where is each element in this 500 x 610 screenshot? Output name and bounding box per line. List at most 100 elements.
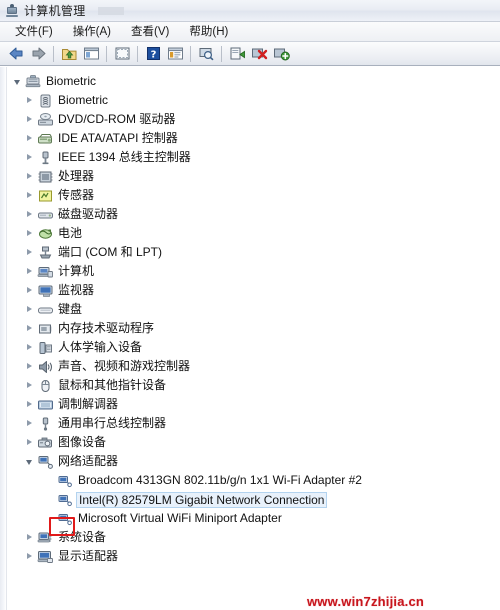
content-area: Biometric Biometric DVD/CD-ROM 驱动器 IDE ATA… xyxy=(0,66,500,610)
up-folder-icon[interactable] xyxy=(59,44,79,64)
properties-icon[interactable] xyxy=(112,44,132,64)
title-ghost-block xyxy=(97,6,124,15)
processor-icon xyxy=(37,169,54,185)
tree-item-label: 通用串行总线控制器 xyxy=(58,416,167,430)
scan-hardware-changes-icon[interactable] xyxy=(196,44,216,64)
tree-item[interactable]: 人体学输入设备 xyxy=(8,338,500,357)
chevron-right-icon[interactable] xyxy=(24,414,37,433)
tree-item[interactable]: 网络适配器 xyxy=(8,452,500,471)
update-driver-icon[interactable] xyxy=(227,44,247,64)
chevron-right-icon[interactable] xyxy=(24,205,37,224)
chevron-right-icon[interactable] xyxy=(24,376,37,395)
memory-tech-driver-icon xyxy=(37,321,54,337)
menu-view[interactable]: 查看(V) xyxy=(122,21,178,42)
chevron-right-icon[interactable] xyxy=(24,148,37,167)
tree-item-label: IEEE 1394 总线主控制器 xyxy=(58,150,191,164)
tree-leaf-spacer xyxy=(44,490,57,509)
chevron-right-icon[interactable] xyxy=(24,91,37,110)
chevron-right-icon[interactable] xyxy=(24,300,37,319)
tree-item[interactable]: 磁盘驱动器 xyxy=(8,205,500,224)
tree-item-label: 人体学输入设备 xyxy=(58,340,143,354)
tree-item[interactable]: 显示适配器 xyxy=(8,547,500,566)
tree-item-label: Broadcom 4313GN 802.11b/g/n 1x1 Wi-Fi Ad… xyxy=(78,473,362,487)
keyboard-icon xyxy=(37,302,54,318)
tree-item[interactable]: 声音、视频和游戏控制器 xyxy=(8,357,500,376)
device-tree[interactable]: Biometric Biometric DVD/CD-ROM 驱动器 IDE ATA… xyxy=(8,69,500,610)
chevron-down-icon[interactable] xyxy=(12,72,25,91)
tree-item-label: 系统设备 xyxy=(58,530,107,544)
tree-item-label: 网络适配器 xyxy=(58,454,119,468)
tree-item[interactable]: 鼠标和其他指针设备 xyxy=(8,376,500,395)
chevron-right-icon[interactable] xyxy=(24,167,37,186)
tree-item-label: 处理器 xyxy=(58,169,95,183)
tree-item-label: 电池 xyxy=(58,226,83,240)
system-devices-icon xyxy=(37,530,54,546)
chevron-right-icon[interactable] xyxy=(24,338,37,357)
tree-item-label: 传感器 xyxy=(58,188,95,202)
tree-item[interactable]: 系统设备 xyxy=(8,528,500,547)
tree-item[interactable]: 计算机 xyxy=(8,262,500,281)
toolbar-separator xyxy=(137,45,138,62)
modem-icon xyxy=(37,397,54,413)
tree-item-selected[interactable]: Intel(R) 82579LM Gigabit Network Connect… xyxy=(8,490,500,509)
chevron-right-icon[interactable] xyxy=(24,129,37,148)
tree-item[interactable]: 内存技术驱动程序 xyxy=(8,319,500,338)
menu-action[interactable]: 操作(A) xyxy=(64,21,120,42)
tree-item-label: 监视器 xyxy=(58,283,95,297)
chevron-right-icon[interactable] xyxy=(24,186,37,205)
install-legacy-device-icon[interactable] xyxy=(271,44,291,64)
tree-item[interactable]: Microsoft Virtual WiFi Miniport Adapter xyxy=(8,509,500,528)
toolbar: ? xyxy=(0,42,500,66)
tree-item[interactable]: Biometric xyxy=(8,91,500,110)
tree-item[interactable]: 电池 xyxy=(8,224,500,243)
tree-item[interactable]: 键盘 xyxy=(8,300,500,319)
tree-item[interactable]: 图像设备 xyxy=(8,433,500,452)
hid-icon xyxy=(37,340,54,356)
tree-item[interactable]: DVD/CD-ROM 驱动器 xyxy=(8,110,500,129)
tree-item[interactable]: IEEE 1394 总线主控制器 xyxy=(8,148,500,167)
toolbar-separator xyxy=(53,45,54,62)
toolbar-separator xyxy=(190,45,191,62)
tree-root-item[interactable]: Biometric xyxy=(8,72,500,91)
chevron-right-icon[interactable] xyxy=(24,547,37,566)
chevron-right-icon[interactable] xyxy=(24,262,37,281)
chevron-right-icon[interactable] xyxy=(24,281,37,300)
chevron-right-icon[interactable] xyxy=(24,319,37,338)
forward-arrow-icon[interactable] xyxy=(28,44,48,64)
tree-item-label: 调制解调器 xyxy=(58,397,119,411)
help-icon[interactable]: ? xyxy=(143,44,163,64)
tree-item[interactable]: 通用串行总线控制器 xyxy=(8,414,500,433)
menu-file[interactable]: 文件(F) xyxy=(6,21,62,42)
chevron-right-icon[interactable] xyxy=(24,224,37,243)
chevron-right-icon[interactable] xyxy=(24,433,37,452)
refresh-icon[interactable] xyxy=(165,44,185,64)
computer-icon xyxy=(25,74,42,90)
ports-icon xyxy=(37,245,54,261)
back-arrow-icon[interactable] xyxy=(6,44,26,64)
show-hide-console-tree-icon[interactable] xyxy=(81,44,101,64)
menu-help[interactable]: 帮助(H) xyxy=(180,21,237,42)
disable-device-icon[interactable] xyxy=(249,44,269,64)
tree-item[interactable]: 调制解调器 xyxy=(8,395,500,414)
tree-item-label: 内存技术驱动程序 xyxy=(58,321,155,335)
chevron-right-icon[interactable] xyxy=(24,110,37,129)
chevron-down-icon[interactable] xyxy=(24,452,37,471)
sensor-icon xyxy=(37,188,54,204)
tree-item[interactable]: 传感器 xyxy=(8,186,500,205)
chevron-right-icon[interactable] xyxy=(24,395,37,414)
tree-item[interactable]: 监视器 xyxy=(8,281,500,300)
computer-node-icon xyxy=(37,264,54,280)
biometric-icon xyxy=(37,93,54,109)
tree-item[interactable]: IDE ATA/ATAPI 控制器 xyxy=(8,129,500,148)
chevron-right-icon[interactable] xyxy=(24,243,37,262)
tree-item-label: 键盘 xyxy=(58,302,83,316)
computer-management-window: 计算机管理 文件(F) 操作(A) 查看(V) 帮助(H) ? Biometri… xyxy=(0,0,500,610)
tree-item[interactable]: 端口 (COM 和 LPT) xyxy=(8,243,500,262)
menu-bar: 文件(F) 操作(A) 查看(V) 帮助(H) xyxy=(0,22,500,42)
tree-item-label: Biometric xyxy=(58,93,109,107)
tree-item[interactable]: Broadcom 4313GN 802.11b/g/n 1x1 Wi-Fi Ad… xyxy=(8,471,500,490)
chevron-right-icon[interactable] xyxy=(24,357,37,376)
chevron-right-icon[interactable] xyxy=(24,528,37,547)
usb-controller-icon xyxy=(37,416,54,432)
tree-item[interactable]: 处理器 xyxy=(8,167,500,186)
